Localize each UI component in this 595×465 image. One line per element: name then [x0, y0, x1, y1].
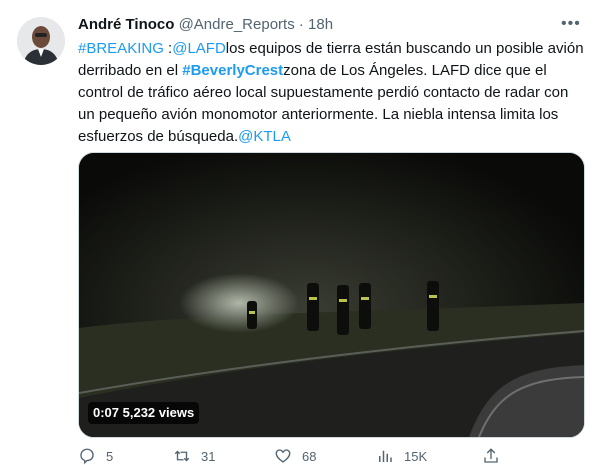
like-count: 68: [302, 448, 317, 464]
retweet-count: 31: [201, 448, 216, 464]
avatar-photo: [17, 17, 65, 65]
views-button[interactable]: 15K: [376, 448, 427, 464]
mention-ktla[interactable]: @KTLA: [238, 128, 291, 145]
more-options-icon[interactable]: •••: [561, 14, 583, 34]
tweet-text: #BREAKING :@LAFDlos equipos de tierra es…: [78, 38, 588, 148]
author-handle[interactable]: @Andre_Reports: [179, 16, 295, 33]
separator: ·: [298, 16, 304, 33]
like-button[interactable]: 68: [274, 448, 316, 464]
reply-icon: [80, 448, 94, 465]
hashtag-beverlycrest[interactable]: #BeverlyCrest: [182, 62, 283, 79]
avatar[interactable]: [17, 17, 65, 65]
views-icon: [379, 450, 392, 462]
share-icon: [484, 448, 498, 463]
tweet-header: André Tinoco @Andre_Reports · 18h: [78, 15, 333, 35]
reply-button[interactable]: 5: [78, 448, 114, 465]
retweet-button[interactable]: 31: [173, 448, 215, 464]
tweet: André Tinoco @Andre_Reports · 18h ••• #B…: [0, 0, 595, 465]
mention-lafd[interactable]: @LAFD: [172, 40, 226, 57]
heart-icon: [275, 449, 291, 463]
video-frame: [79, 153, 584, 437]
views-count: 15K: [404, 448, 428, 464]
tweet-text-segment-1: :: [163, 40, 173, 57]
video-stats-overlay: 0:07 5,232 views: [88, 402, 200, 424]
timestamp[interactable]: 18h: [308, 16, 333, 33]
retweet-icon: [174, 450, 190, 462]
share-button[interactable]: [482, 448, 500, 464]
reply-count: 5: [106, 448, 114, 464]
author-name[interactable]: André Tinoco: [78, 16, 174, 33]
hashtag-breaking[interactable]: #BREAKING: [78, 40, 164, 57]
action-bar: 5 31 68 15K: [78, 448, 588, 465]
video-player[interactable]: [78, 152, 585, 438]
